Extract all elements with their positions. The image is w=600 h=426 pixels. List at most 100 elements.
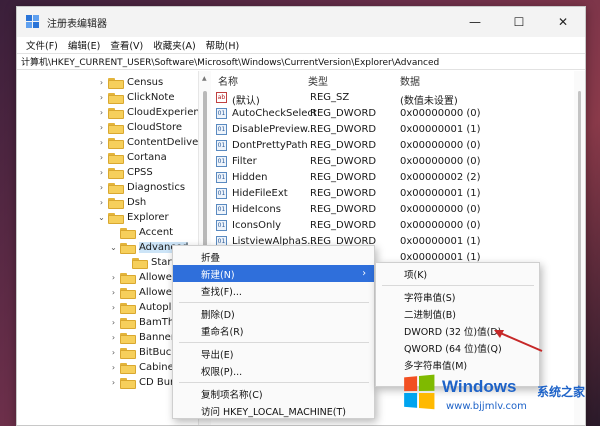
chevron-right-icon[interactable]: › bbox=[97, 183, 106, 192]
folder-icon bbox=[120, 362, 136, 374]
value-row[interactable]: ab (默认) REG_SZ (数值未设置) bbox=[212, 90, 572, 107]
folder-icon bbox=[132, 257, 148, 269]
address-bar[interactable]: 计算机\HKEY_CURRENT_USER\Software\Microsoft… bbox=[17, 53, 585, 70]
folder-icon bbox=[120, 287, 136, 299]
title-bar[interactable]: 注册表编辑器 — ☐ ✕ bbox=[17, 7, 585, 37]
chevron-right-icon[interactable]: › bbox=[109, 363, 118, 372]
menu-new[interactable]: 新建(N) › bbox=[173, 265, 374, 282]
value-data: 0x00000000 (0) bbox=[400, 140, 481, 151]
value-type: REG_DWORD bbox=[310, 124, 377, 135]
tree-item[interactable]: › ClickNote bbox=[97, 90, 175, 105]
tree-item[interactable]: › Diagnostics bbox=[97, 180, 185, 195]
menu-favorites[interactable]: 收藏夹(A) bbox=[148, 38, 200, 52]
tree-item-label: CPSS bbox=[127, 167, 153, 178]
tree-item[interactable]: › ContentDeliveryM bbox=[97, 135, 198, 150]
submenu-multi-string-value[interactable]: 多字符串值(M) bbox=[376, 356, 539, 373]
value-name: (默认) bbox=[232, 96, 260, 107]
chevron-right-icon[interactable]: › bbox=[97, 168, 106, 177]
submenu-binary-value[interactable]: 二进制值(B) bbox=[376, 305, 539, 322]
chevron-right-icon[interactable]: › bbox=[109, 378, 118, 387]
value-name: AutoCheckSelect bbox=[232, 108, 317, 119]
value-name: Filter bbox=[232, 156, 257, 167]
menu-separator bbox=[179, 382, 369, 383]
watermark-url: www.bjjmlv.com bbox=[446, 401, 527, 412]
menu-separator bbox=[179, 302, 369, 303]
tree-item-label: Explorer bbox=[127, 212, 169, 223]
chevron-right-icon[interactable]: › bbox=[109, 288, 118, 297]
chevron-right-icon[interactable]: › bbox=[97, 93, 106, 102]
value-row[interactable]: 01 HideFileExt REG_DWORD 0x00000001 (1) bbox=[212, 186, 572, 202]
chevron-right-icon[interactable]: › bbox=[109, 273, 118, 282]
tree-item[interactable]: › Cortana bbox=[97, 150, 167, 165]
chevron-down-icon[interactable]: ⌄ bbox=[109, 243, 118, 252]
menu-edit[interactable]: 编辑(E) bbox=[63, 38, 105, 52]
value-name: Hidden bbox=[232, 172, 268, 183]
minimize-button[interactable]: — bbox=[453, 7, 497, 37]
tree-item[interactable]: Accent bbox=[109, 225, 173, 240]
chevron-right-icon[interactable]: › bbox=[97, 198, 106, 207]
chevron-right-icon[interactable]: › bbox=[97, 153, 106, 162]
chevron-right-icon[interactable]: › bbox=[109, 348, 118, 357]
maximize-button[interactable]: ☐ bbox=[497, 7, 541, 37]
value-row[interactable]: 01 Hidden REG_DWORD 0x00000002 (2) bbox=[212, 170, 572, 186]
value-data: 0x00000001 (1) bbox=[400, 236, 481, 247]
chevron-right-icon[interactable]: › bbox=[109, 333, 118, 342]
chevron-right-icon[interactable]: › bbox=[97, 108, 106, 117]
menu-collapse[interactable]: 折叠 bbox=[173, 248, 374, 265]
menu-view[interactable]: 查看(V) bbox=[105, 38, 148, 52]
chevron-right-icon[interactable]: › bbox=[109, 303, 118, 312]
tree-item[interactable]: › CloudExperienceH bbox=[97, 105, 198, 120]
chevron-down-icon[interactable]: ⌄ bbox=[97, 213, 106, 222]
value-row[interactable]: 01 DisablePreview... REG_DWORD 0x0000000… bbox=[212, 122, 572, 138]
column-header-name[interactable]: 名称 bbox=[218, 71, 238, 89]
column-header-data[interactable]: 数据 bbox=[400, 71, 420, 89]
tree-item[interactable]: › CloudStore bbox=[97, 120, 182, 135]
value-row[interactable]: 01 DontPrettyPath REG_DWORD 0x00000000 (… bbox=[212, 138, 572, 154]
menu-delete[interactable]: 删除(D) bbox=[173, 305, 374, 322]
chevron-right-icon[interactable]: › bbox=[97, 123, 106, 132]
tree-item-label: Accent bbox=[139, 227, 174, 238]
scroll-up-icon[interactable]: ▲ bbox=[202, 75, 207, 82]
tree-item-label: Diagnostics bbox=[127, 182, 186, 193]
tree-item[interactable]: › CD Burn bbox=[109, 375, 180, 390]
value-data: 0x00000000 (0) bbox=[400, 156, 481, 167]
value-type: REG_DWORD bbox=[310, 188, 377, 199]
folder-icon bbox=[120, 302, 136, 314]
value-row[interactable]: 01 Filter REG_DWORD 0x00000000 (0) bbox=[212, 154, 572, 170]
value-data: 0x00000000 (0) bbox=[400, 204, 481, 215]
value-type: REG_SZ bbox=[310, 92, 350, 103]
scrollbar-thumb[interactable] bbox=[578, 91, 581, 391]
value-data: (数值未设置) bbox=[400, 96, 458, 107]
tree-item-label: Census bbox=[127, 77, 164, 88]
chevron-right-icon[interactable]: › bbox=[97, 138, 106, 147]
tree-item-explorer[interactable]: ⌄ Explorer bbox=[97, 210, 169, 225]
value-row[interactable]: 01 AutoCheckSelect REG_DWORD 0x00000000 … bbox=[212, 106, 572, 122]
folder-icon bbox=[120, 272, 136, 284]
submenu-string-value[interactable]: 字符串值(S) bbox=[376, 288, 539, 305]
menu-rename[interactable]: 重命名(R) bbox=[173, 322, 374, 339]
menu-export[interactable]: 导出(E) bbox=[173, 345, 374, 362]
menu-help[interactable]: 帮助(H) bbox=[201, 38, 245, 52]
submenu-key[interactable]: 项(K) bbox=[376, 265, 539, 282]
value-row[interactable]: 01 IconsOnly REG_DWORD 0x00000000 (0) bbox=[212, 218, 572, 234]
value-type: REG_DWORD bbox=[310, 204, 377, 215]
folder-icon bbox=[108, 137, 124, 149]
folder-icon bbox=[120, 347, 136, 359]
chevron-right-icon[interactable]: › bbox=[97, 78, 106, 87]
menu-goto-hklm[interactable]: 访问 HKEY_LOCAL_MACHINE(T) bbox=[173, 402, 374, 419]
tree-item[interactable]: › Dsh bbox=[97, 195, 146, 210]
folder-icon bbox=[120, 242, 136, 254]
folder-icon bbox=[120, 377, 136, 389]
menu-permissions[interactable]: 权限(P)... bbox=[173, 362, 374, 379]
chevron-right-icon[interactable]: › bbox=[109, 318, 118, 327]
menu-file[interactable]: 文件(F) bbox=[21, 38, 63, 52]
close-button[interactable]: ✕ bbox=[541, 7, 585, 37]
tree-item[interactable]: › Census bbox=[97, 75, 163, 90]
menu-find[interactable]: 查找(F)... bbox=[173, 282, 374, 299]
column-header-type[interactable]: 类型 bbox=[308, 71, 328, 89]
tree-item[interactable]: › CPSS bbox=[97, 165, 153, 180]
watermark-title: Windows bbox=[442, 377, 517, 396]
menu-copy-key-name[interactable]: 复制项名称(C) bbox=[173, 385, 374, 402]
value-name: HideIcons bbox=[232, 204, 281, 215]
value-row[interactable]: 01 HideIcons REG_DWORD 0x00000000 (0) bbox=[212, 202, 572, 218]
